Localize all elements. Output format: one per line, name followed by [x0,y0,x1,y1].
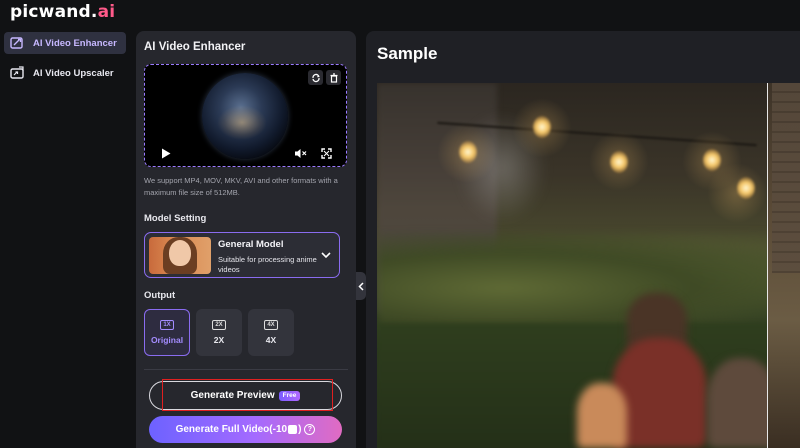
sidebar-item-label: AI Video Upscaler [33,67,114,79]
collapse-panel-handle[interactable] [356,272,366,300]
highlight-box [162,379,333,411]
enhanced-brick-wall [772,83,800,273]
chevron-left-icon [358,281,364,291]
panel-title: AI Video Enhancer [144,41,246,53]
credit-icon [288,425,298,434]
generate-full-video-suffix: ) [298,424,302,435]
sidebar-item-label: AI Video Enhancer [33,37,117,49]
light-bulb [459,141,477,163]
thumb-face [169,240,191,266]
delete-icon[interactable] [326,70,341,85]
fullscreen-icon[interactable] [319,146,333,160]
output-option-original[interactable]: 1X Original [144,309,190,356]
output-label: Output [144,290,176,301]
light-bulb [737,177,755,199]
enhance-icon [10,36,24,50]
sidebar-item-ai-video-upscaler[interactable]: AI Video Upscaler [4,62,126,84]
brand-name-accent: ai [97,2,116,22]
replace-icon[interactable] [308,70,323,85]
model-description: Suitable for processing anime videos [218,255,317,274]
output-badge: 1X [160,320,174,330]
output-label-text: Original [150,335,184,345]
video-preview[interactable] [144,64,347,167]
output-label-text: 4X [265,335,277,345]
output-option-4x[interactable]: 4X 4X [248,309,294,356]
model-thumbnail [149,237,211,274]
sidebar-nav: AI Video Enhancer AI Video Upscaler [0,30,130,92]
divider [144,369,348,370]
supported-formats-note: We support MP4, MOV, MKV, AVI and other … [144,176,338,197]
light-bulb [533,116,551,138]
help-icon[interactable]: ? [304,424,316,435]
photo-table-items [577,383,627,448]
upscale-icon [10,66,24,80]
sample-panel: Sample [366,31,800,448]
brand-logo[interactable]: picwand.ai [10,2,115,22]
sidebar-item-ai-video-enhancer[interactable]: AI Video Enhancer [4,32,126,54]
chevron-down-icon [321,250,331,260]
comparison-slider-line[interactable] [767,83,768,448]
brand-name: picwand. [10,2,98,22]
sample-title: Sample [377,44,438,63]
sample-comparison-image[interactable] [377,83,800,448]
play-icon[interactable] [159,146,173,160]
light-bulb [703,149,721,171]
earth-city-lights [217,105,267,140]
output-option-2x[interactable]: 2X 2X [196,309,242,356]
model-name: General Model [218,239,284,250]
model-selector[interactable]: General Model Suitable for processing an… [144,232,340,278]
model-setting-label: Model Setting [144,213,207,224]
generate-full-video-button[interactable]: Generate Full Video(-10 ) ? [149,416,342,443]
output-badge: 2X [212,320,226,330]
output-badge: 4X [264,320,278,330]
output-label-text: 2X [213,335,225,345]
app-root: picwand.ai AI Video Enhancer AI Video Up… [0,0,800,448]
mute-icon[interactable] [293,146,307,160]
light-bulb [610,151,628,173]
generate-full-video-label: Generate Full Video(-10 [175,424,288,435]
enhancer-panel: AI Video Enhancer We support MP4, MOV, M… [136,31,356,448]
